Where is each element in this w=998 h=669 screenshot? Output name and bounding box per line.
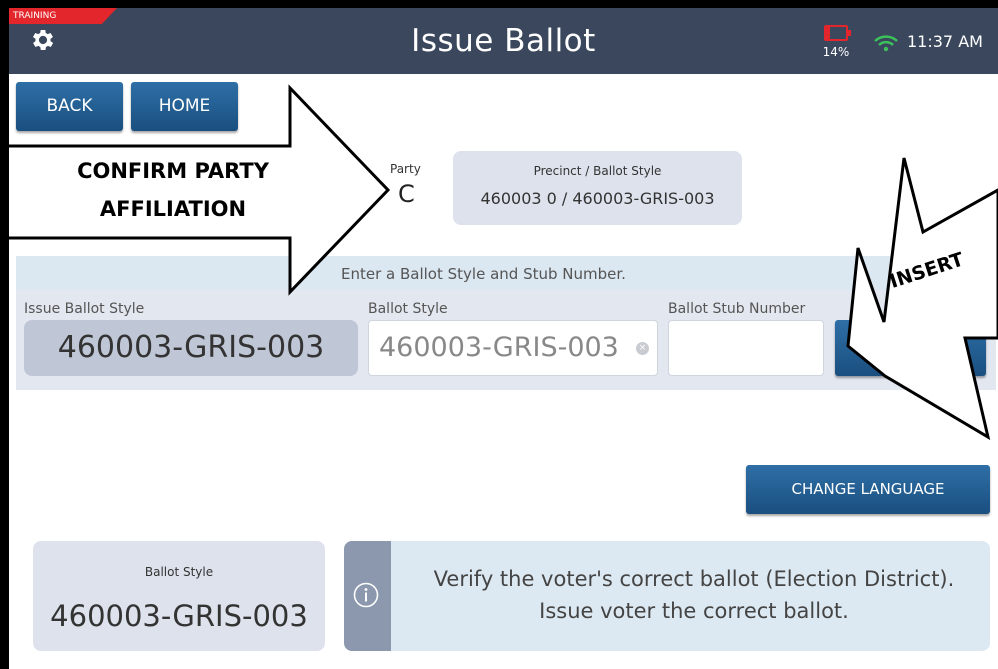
annotation-overlay xyxy=(9,84,998,441)
callout-confirm-party: CONFIRM PARTY AFFILIATION xyxy=(77,159,269,221)
callout-arrow-right xyxy=(846,157,998,441)
